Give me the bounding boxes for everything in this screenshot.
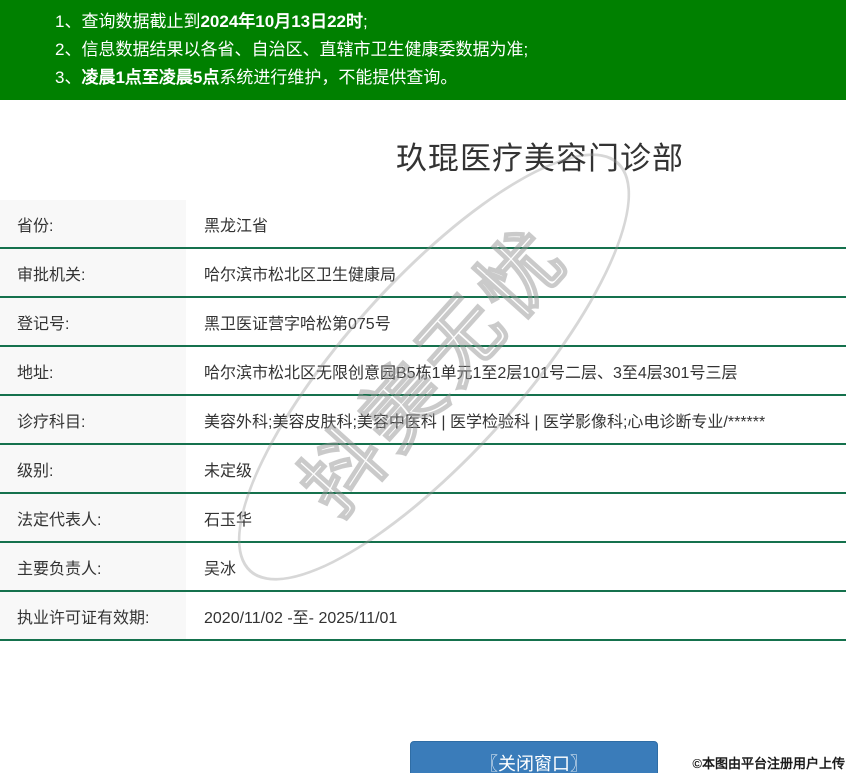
table-row: 地址:哈尔滨市松北区无限创意园B5栋1单元1至2层101号二层、3至4层301号… (0, 347, 846, 396)
notice-number: 1、 (55, 12, 81, 31)
table-row: 执业许可证有效期:2020/11/02 -至- 2025/11/01 (0, 592, 846, 641)
row-value: 黑龙江省 (186, 200, 268, 247)
notice-number: 2、 (55, 40, 81, 59)
row-label: 诊疗科目: (0, 396, 186, 443)
table-row: 审批机关:哈尔滨市松北区卫生健康局 (0, 249, 846, 298)
notice-number: 3、 (55, 68, 81, 87)
notice-text: ; (363, 12, 368, 31)
row-value: 2020/11/02 -至- 2025/11/01 (186, 592, 397, 639)
notice-banner: 1、查询数据截止到2024年10月13日22时;2、信息数据结果以各省、自治区、… (0, 0, 846, 100)
content-area: 玖琨医疗美容门诊部 省份:黑龙江省审批机关:哈尔滨市松北区卫生健康局登记号:黑卫… (0, 100, 846, 641)
table-row: 省份:黑龙江省 (0, 200, 846, 249)
row-label: 执业许可证有效期: (0, 592, 186, 639)
row-label: 地址: (0, 347, 186, 394)
row-value: 石玉华 (186, 494, 252, 541)
table-row: 诊疗科目:美容外科;美容皮肤科;美容中医科 | 医学检验科 | 医学影像科;心电… (0, 396, 846, 445)
table-row: 法定代表人:石玉华 (0, 494, 846, 543)
notice-text: 凌晨1点至凌晨5点 (81, 68, 219, 87)
table-row: 级别:未定级 (0, 445, 846, 494)
query-result-page: 1、查询数据截止到2024年10月13日22时;2、信息数据结果以各省、自治区、… (0, 0, 846, 773)
notice-line: 1、查询数据截止到2024年10月13日22时; (55, 8, 846, 36)
notice-text: 查询数据截止到 (81, 12, 200, 31)
notice-list: 1、查询数据截止到2024年10月13日22时;2、信息数据结果以各省、自治区、… (55, 8, 846, 92)
row-value: 未定级 (186, 445, 252, 492)
row-value: 吴冰 (186, 543, 236, 590)
row-label: 登记号: (0, 298, 186, 345)
notice-line: 2、信息数据结果以各省、自治区、直辖市卫生健康委数据为准; (55, 36, 846, 64)
table-row: 主要负责人:吴冰 (0, 543, 846, 592)
info-table: 省份:黑龙江省审批机关:哈尔滨市松北区卫生健康局登记号:黑卫医证营字哈松第075… (0, 200, 846, 641)
notice-text: 信息数据结果以各省、自治区、直辖市卫生健康委数据为准; (81, 40, 528, 59)
row-value: 黑卫医证营字哈松第075号 (186, 298, 391, 345)
table-row: 登记号:黑卫医证营字哈松第075号 (0, 298, 846, 347)
row-value: 美容外科;美容皮肤科;美容中医科 | 医学检验科 | 医学影像科;心电诊断专业/… (186, 396, 765, 443)
row-label: 主要负责人: (0, 543, 186, 590)
row-value: 哈尔滨市松北区无限创意园B5栋1单元1至2层101号二层、3至4层301号三层 (186, 347, 737, 394)
notice-line: 3、凌晨1点至凌晨5点系统进行维护，不能提供查询。 (55, 64, 846, 92)
row-label: 审批机关: (0, 249, 186, 296)
notice-text: 2024年10月13日22时 (200, 12, 363, 31)
upload-stamp-watermark: ©本图由平台注册用户上传 (692, 753, 845, 772)
row-label: 级别: (0, 445, 186, 492)
notice-text: 系统进行维护，不能提供查询。 (219, 68, 457, 87)
row-label: 法定代表人: (0, 494, 186, 541)
row-value: 哈尔滨市松北区卫生健康局 (186, 249, 396, 296)
clinic-title: 玖琨医疗美容门诊部 (0, 100, 846, 200)
row-label: 省份: (0, 200, 186, 247)
close-window-button[interactable]: 〖关闭窗口〗 (410, 741, 658, 773)
